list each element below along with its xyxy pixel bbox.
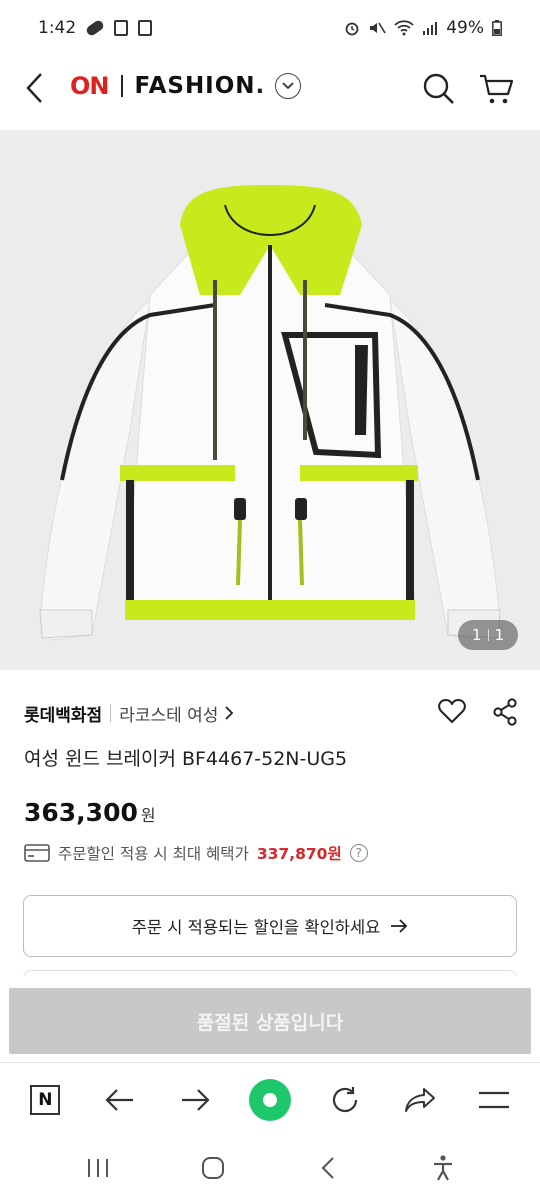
- mute-icon: [370, 22, 386, 34]
- divider: [110, 704, 112, 722]
- help-icon[interactable]: ?: [349, 844, 368, 862]
- battery-icon: [492, 20, 502, 36]
- logo-fashion: FASHION: [134, 73, 256, 99]
- search-button[interactable]: [422, 72, 456, 106]
- product-image[interactable]: 1 1: [0, 130, 540, 670]
- brand-row: 롯데백화점 라코스테 여성: [24, 698, 520, 728]
- status-bar: 1:42 49%: [0, 0, 540, 56]
- browser-home-button[interactable]: [247, 1077, 293, 1123]
- cart-icon: [480, 74, 514, 104]
- signal-icon: [423, 22, 438, 35]
- soldout-button: 품절된 상품입니다: [9, 988, 531, 1054]
- logo[interactable]: ON FASHION .: [70, 72, 302, 100]
- browser-menu-button[interactable]: [471, 1077, 517, 1123]
- notification-icon: [114, 20, 129, 36]
- browser-forward-button[interactable]: [172, 1077, 218, 1123]
- logo-dot: .: [255, 73, 266, 99]
- alarm-icon: [345, 22, 359, 36]
- search-icon: [423, 73, 454, 104]
- accessibility-button[interactable]: [423, 1148, 463, 1188]
- price: 363,300: [24, 798, 138, 827]
- mall-dropdown-button[interactable]: [275, 73, 302, 99]
- image-counter: 1 1: [458, 620, 518, 650]
- cart-button[interactable]: [478, 72, 514, 106]
- back-icon: [26, 73, 42, 103]
- recent-apps-button[interactable]: [78, 1148, 118, 1188]
- reload-icon: [332, 1086, 357, 1112]
- card-icon: [24, 844, 50, 862]
- wifi-icon: [394, 20, 414, 36]
- browser-toolbar: N: [0, 1062, 540, 1136]
- back-arrow-icon: [105, 1088, 134, 1111]
- chevron-down-icon: [282, 82, 294, 90]
- jacket-image: [0, 130, 540, 670]
- sys-back-icon: [321, 1157, 334, 1179]
- price-unit: 원: [140, 806, 156, 825]
- home-circle-icon: [201, 1157, 224, 1179]
- n-icon: N: [30, 1084, 61, 1115]
- logo-on: ON: [70, 72, 109, 100]
- naver-button[interactable]: N: [22, 1077, 68, 1123]
- recent-apps-icon: [87, 1159, 108, 1177]
- benefit-row: 주문할인 적용 시 최대 혜택가 337,870원 ?: [24, 842, 368, 864]
- image-counter-total: 1: [494, 626, 505, 644]
- system-nav-bar: [0, 1136, 540, 1200]
- back-button[interactable]: [20, 70, 50, 106]
- logo-divider: [120, 75, 123, 97]
- arrow-right-icon: [391, 919, 408, 933]
- discount-check-label: 주문 시 적용되는 할인을 확인하세요: [131, 918, 381, 937]
- app-header: ON FASHION .: [0, 56, 540, 122]
- home-button[interactable]: [193, 1148, 233, 1188]
- reload-button[interactable]: [322, 1077, 368, 1123]
- share-icon: [493, 698, 517, 726]
- price-row: 363,300 원: [24, 798, 156, 827]
- brand-link[interactable]: 라코스테 여성: [119, 701, 234, 726]
- menu-icon: [479, 1091, 510, 1108]
- battery-percent: 49%: [446, 18, 484, 38]
- browser-back-button[interactable]: [97, 1077, 143, 1123]
- notification-icon: [138, 20, 153, 36]
- accessibility-icon: [433, 1155, 452, 1181]
- pill-icon: [84, 18, 106, 38]
- share-arrow-icon: [404, 1087, 435, 1112]
- system-back-button[interactable]: [308, 1148, 348, 1188]
- home-icon: [248, 1078, 291, 1121]
- image-counter-divider: [487, 629, 489, 641]
- brand-name: 라코스테 여성: [119, 705, 219, 726]
- chevron-right-icon: [225, 706, 234, 720]
- wishlist-button[interactable]: [438, 698, 468, 728]
- benefit-label: 주문할인 적용 시 최대 혜택가: [58, 845, 249, 863]
- share-button[interactable]: [492, 698, 520, 728]
- discount-check-button[interactable]: 주문 시 적용되는 할인을 확인하세요: [23, 895, 517, 957]
- product-name: 여성 윈드 브레이커 BF4467-52N-UG5: [24, 748, 348, 770]
- soldout-bar: 품절된 상품입니다: [0, 976, 540, 1062]
- status-time: 1:42: [38, 18, 77, 38]
- benefit-amount: 337,870원: [256, 845, 342, 863]
- browser-share-button[interactable]: [397, 1077, 443, 1123]
- store-name[interactable]: 롯데백화점: [24, 701, 102, 726]
- heart-icon: [438, 699, 466, 723]
- forward-arrow-icon: [182, 1088, 210, 1111]
- image-counter-current: 1: [471, 626, 482, 644]
